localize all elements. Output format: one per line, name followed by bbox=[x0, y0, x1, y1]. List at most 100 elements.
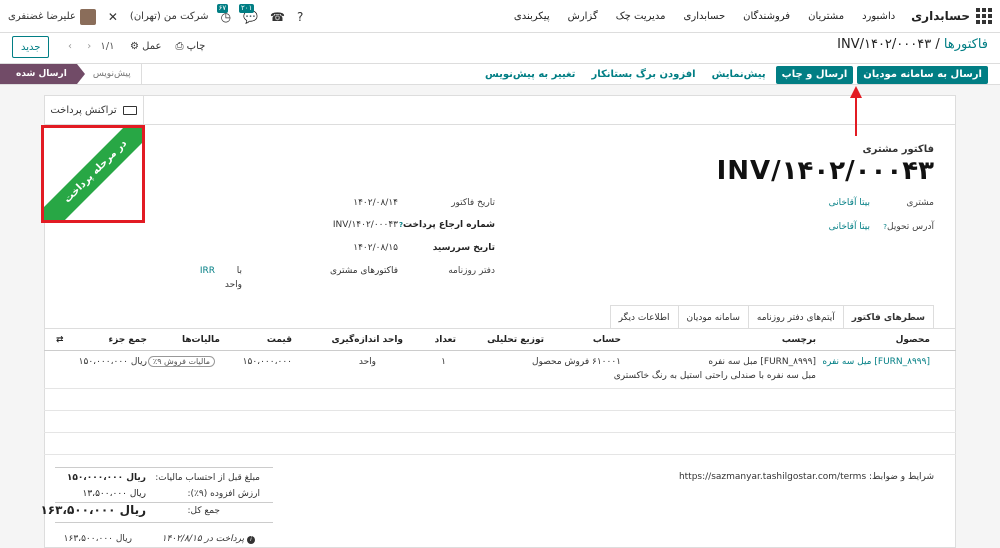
send-to-tax-system-button[interactable]: ارسال به سامانه مودیان bbox=[857, 66, 988, 84]
annotation-arrow-icon bbox=[850, 86, 862, 136]
reset-to-draft-button[interactable]: تغییر به پیش‌نویس bbox=[479, 66, 581, 84]
row-label-line2[interactable]: مبل سه نفره با صندلی راحتی استیل به رنگ … bbox=[614, 371, 816, 381]
row-uom[interactable]: واحد bbox=[359, 357, 376, 367]
print-menu[interactable]: ⎙ چاپ bbox=[175, 41, 205, 52]
customer-value[interactable]: بیتا آقاخانی bbox=[829, 198, 870, 208]
col-label[interactable]: برچسب bbox=[782, 335, 816, 345]
document-type: فاکتور مشتری bbox=[862, 144, 934, 155]
menu-configuration[interactable]: پیکربندی bbox=[514, 11, 550, 22]
phone-icon[interactable]: ☎ bbox=[270, 10, 285, 24]
paid-amount: ریال ۱۶۳،۵۰۰،۰۰۰ bbox=[63, 534, 132, 544]
breadcrumb: فاکتورها / INV/۱۴۰۲/۰۰۰۴۳ bbox=[837, 37, 988, 52]
table-row[interactable] bbox=[44, 433, 956, 455]
avatar bbox=[79, 8, 96, 25]
menu-dashboard[interactable]: داشبورد bbox=[862, 11, 895, 22]
vat-label: ارزش افزوده (۹٪): bbox=[187, 489, 260, 499]
breadcrumb-separator: / bbox=[935, 37, 940, 52]
invoice-date-label: تاریخ فاکتور bbox=[451, 198, 495, 208]
payment-line[interactable]: i پرداخت در ۱۴۰۲/۸/۱۵ bbox=[162, 534, 255, 544]
due-date-value[interactable]: ۱۴۰۲/۰۸/۱۵ bbox=[353, 243, 398, 253]
currency-unit-label: واحد bbox=[224, 280, 242, 290]
menu-cheques[interactable]: مدیریت چک bbox=[616, 11, 666, 22]
smart-buttons-bar: تراکنش پرداخت bbox=[44, 95, 956, 125]
gear-icon: ⚙ bbox=[130, 41, 139, 52]
row-account[interactable]: ۶۱۰۰۰۱ فروش محصول bbox=[532, 357, 621, 367]
chat-icon[interactable]: 💬 ۲۰۱ bbox=[239, 3, 258, 24]
untaxed-label: مبلغ قبل از احتساب مالیات: bbox=[155, 473, 260, 483]
row-subtotal: ریال ۱۵۰،۰۰۰،۰۰۰ bbox=[78, 357, 147, 367]
journal-value[interactable]: فاکتورهای مشتری bbox=[330, 266, 398, 276]
invoice-number: INV/۱۴۰۲/۰۰۰۴۳ bbox=[716, 156, 934, 186]
tab-other-info[interactable]: اطلاعات دیگر bbox=[609, 305, 679, 329]
row-taxes[interactable]: مالیات فروش ۹٪ bbox=[147, 356, 215, 367]
delivery-address-label: آدرس تحویل? bbox=[883, 222, 934, 232]
table-row[interactable] bbox=[44, 389, 956, 411]
menu-customers[interactable]: مشتریان bbox=[808, 11, 844, 22]
user-name: علیرضا غضنفری bbox=[8, 11, 76, 22]
untaxed-amount: ریال ۱۵۰،۰۰۰،۰۰۰ bbox=[66, 473, 146, 483]
table-row[interactable]: [FURN_۸۹۹۹] میل سه نفره [FURN_۸۹۹۹] مبل … bbox=[44, 351, 956, 389]
stage-draft[interactable]: پیش‌نویس bbox=[77, 64, 142, 84]
col-uom[interactable]: واحد اندازه‌گیری bbox=[332, 335, 404, 345]
col-taxes[interactable]: مالیات‌ها bbox=[182, 335, 220, 345]
send-and-print-button[interactable]: ارسال و چاپ bbox=[775, 66, 854, 84]
cp-actions: ⚙ عمل ⎙ چاپ bbox=[130, 41, 205, 52]
delivery-address-value[interactable]: بیتا آقاخانی bbox=[829, 222, 870, 232]
pager-value[interactable]: ۱/۱ bbox=[100, 41, 114, 52]
pager-prev-icon[interactable]: ‹ bbox=[68, 41, 72, 52]
totals-bottom-divider bbox=[55, 522, 273, 523]
tax-tag: مالیات فروش ۹٪ bbox=[147, 356, 215, 367]
invoice-date-value[interactable]: ۱۴۰۲/۰۸/۱۴ bbox=[353, 198, 398, 208]
table-row[interactable] bbox=[44, 411, 956, 433]
total-label: جمع کل: bbox=[187, 506, 220, 516]
ribbon-highlight: در مرحله پرداخت bbox=[41, 125, 145, 223]
col-product[interactable]: محصول bbox=[896, 335, 930, 345]
tab-tax-system[interactable]: سامانه مودیان bbox=[677, 305, 749, 329]
header-buttons: ارسال به سامانه مودیان ارسال و چاپ پیش‌ن… bbox=[479, 66, 988, 84]
money-icon bbox=[122, 105, 137, 115]
row-quantity[interactable]: ۱ bbox=[441, 357, 446, 367]
row-product[interactable]: [FURN_۸۹۹۹] میل سه نفره bbox=[822, 357, 930, 367]
customer-label: مشتری bbox=[906, 198, 934, 208]
notebook-tabs: سطرهای فاکتور آیتم‌های دفتر روزنامه ساما… bbox=[609, 305, 934, 329]
user-menu[interactable]: علیرضا غضنفری bbox=[8, 8, 96, 25]
terms-and-conditions[interactable]: شرایط و ضوابط: https://sazmanyar.tashilg… bbox=[679, 472, 934, 482]
info-icon[interactable]: i bbox=[247, 536, 255, 544]
tab-invoice-lines[interactable]: سطرهای فاکتور bbox=[842, 305, 934, 329]
stage-sent[interactable]: ارسال شده bbox=[0, 64, 85, 84]
row-price[interactable]: ۱۵۰،۰۰۰،۰۰۰ bbox=[243, 357, 292, 367]
col-subtotal[interactable]: جمع جزء bbox=[109, 335, 148, 345]
row-label-line1[interactable]: [FURN_۸۹۹۹] مبل سه نفره bbox=[708, 357, 816, 367]
col-account[interactable]: حساب bbox=[593, 335, 621, 345]
col-analytic[interactable]: توزیع تحلیلی bbox=[487, 335, 544, 345]
menu-reporting[interactable]: گزارش bbox=[568, 11, 598, 22]
activity-icon[interactable]: ◷ ۶۷ bbox=[216, 3, 231, 24]
menu-vendors[interactable]: فروشندگان bbox=[743, 11, 790, 22]
currency-value[interactable]: IRR bbox=[200, 266, 215, 276]
add-credit-note-button[interactable]: افزودن برگ بستانکار bbox=[585, 66, 701, 84]
column-settings-icon[interactable]: ⇄ bbox=[56, 335, 64, 345]
journal-in-label: با bbox=[236, 266, 242, 276]
col-price[interactable]: قیمت bbox=[267, 335, 292, 345]
tools-icon[interactable]: ✕ bbox=[108, 10, 118, 24]
breadcrumb-invoices[interactable]: فاکتورها bbox=[944, 37, 988, 52]
pager-next-icon[interactable]: › bbox=[87, 41, 91, 52]
main-menu: داشبورد مشتریان فروشندگان حسابداری مدیری… bbox=[514, 11, 895, 22]
printer-icon: ⎙ bbox=[175, 41, 184, 52]
activity-badge: ۶۷ bbox=[216, 3, 229, 13]
breadcrumb-current: INV/۱۴۰۲/۰۰۰۴۳ bbox=[837, 37, 932, 52]
help-icon[interactable]: ? bbox=[297, 10, 303, 24]
payment-transaction-button[interactable]: تراکنش پرداخت bbox=[44, 95, 144, 125]
totals-top-divider bbox=[55, 467, 273, 468]
col-quantity[interactable]: تعداد bbox=[435, 335, 456, 345]
preview-button[interactable]: پیش‌نمایش bbox=[706, 66, 772, 84]
company-switcher[interactable]: شرکت من (تهران) bbox=[130, 11, 209, 22]
action-menu[interactable]: ⚙ عمل bbox=[130, 41, 161, 52]
vat-amount: ریال ۱۳،۵۰۰،۰۰۰ bbox=[82, 489, 146, 499]
apps-menu-icon[interactable] bbox=[976, 8, 992, 24]
new-button[interactable]: جدید bbox=[12, 36, 50, 58]
app-brand[interactable]: حسابداری bbox=[911, 9, 970, 23]
tab-journal-items[interactable]: آیتم‌های دفتر روزنامه bbox=[747, 305, 844, 329]
menu-accounting[interactable]: حسابداری bbox=[684, 11, 726, 22]
payment-reference-value[interactable]: INV/۱۴۰۲/۰۰۰۴۳ bbox=[333, 220, 398, 230]
